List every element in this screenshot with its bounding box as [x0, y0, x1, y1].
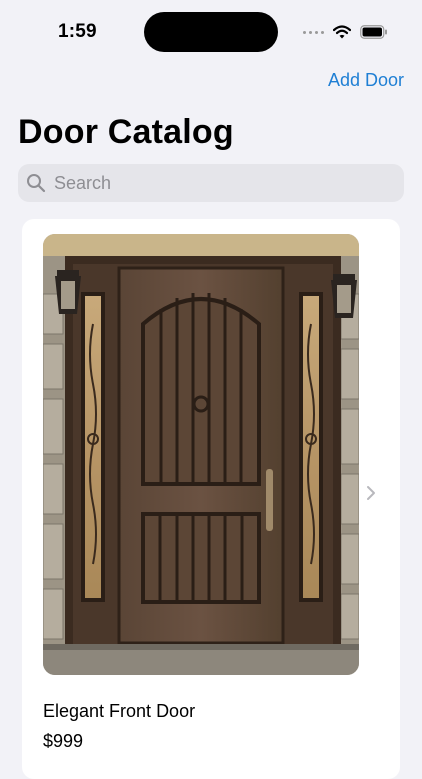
chevron-right-icon	[367, 486, 375, 500]
door-price: $999	[43, 731, 84, 751]
search-bar[interactable]	[18, 164, 404, 202]
page-title: Door Catalog	[18, 113, 234, 151]
door-name: Elegant Front Door	[43, 701, 196, 721]
status-time: 1:59	[58, 21, 97, 42]
door-list-item[interactable]: Elegant Front Door $999	[22, 219, 400, 779]
wifi-icon	[333, 25, 351, 39]
dynamic-island	[144, 12, 278, 52]
battery-icon	[360, 25, 387, 39]
navigation-bar: Add Door	[328, 70, 404, 91]
cellular-icon	[303, 30, 324, 34]
search-input[interactable]	[52, 171, 386, 195]
door-image	[43, 234, 359, 675]
status-bar: 1:59	[0, 0, 422, 60]
search-icon	[27, 174, 46, 193]
add-door-button[interactable]: Add Door	[328, 70, 404, 90]
status-icons	[303, 22, 388, 42]
